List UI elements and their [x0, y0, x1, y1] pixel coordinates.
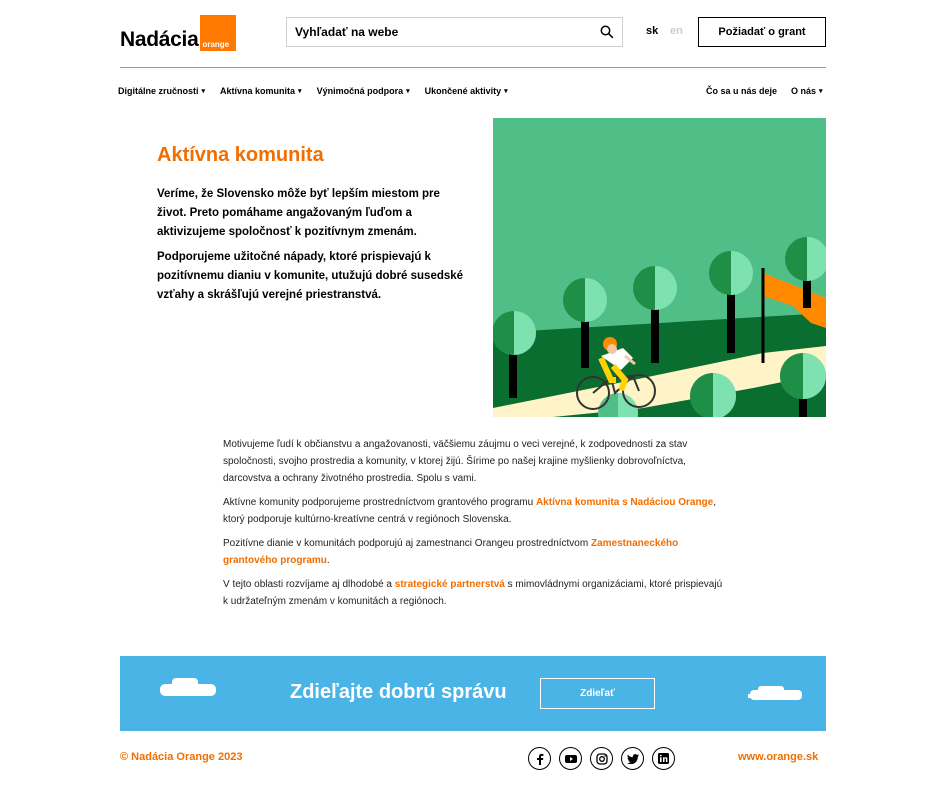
body-text: V tejto oblasti rozvíjame aj dlhodobé a — [223, 579, 395, 590]
body-paragraph-3: Pozitívne dianie v komunitách podporujú … — [223, 535, 728, 569]
nav-item-label: Digitálne zručnosti — [118, 86, 199, 96]
chevron-down-icon: ▾ — [201, 88, 206, 95]
main-nav: Digitálne zručnosti ▾ Aktívna komunita ▾ V… — [118, 86, 523, 96]
chevron-down-icon: ▾ — [406, 88, 410, 95]
lang-sk-link[interactable]: sk — [646, 25, 658, 37]
active-community-program-link[interactable]: Aktívna komunita s Nadáciou Orange — [536, 497, 713, 508]
share-button[interactable]: Zdieľať — [540, 678, 655, 709]
copyright: © Nadácia Orange 2023 — [120, 751, 243, 763]
nav-item-digital-skills[interactable]: Digitálne zručnosti ▾ — [118, 86, 205, 96]
article-body: Motivujeme ľudí k občianstvu a angažovan… — [223, 436, 728, 617]
cloud-icon — [160, 678, 216, 696]
linkedin-icon[interactable] — [652, 747, 675, 770]
search-placeholder: Vyhľadať na webe — [295, 25, 399, 39]
hero-intro-paragraph: Veríme, že Slovensko môže byť lepším mie… — [157, 188, 440, 238]
request-grant-button[interactable]: Požiadať o grant — [698, 17, 826, 47]
nav-item-label: O nás — [791, 86, 817, 96]
nav-item-label: Výnimočná podpora — [316, 86, 404, 96]
nav-item-about[interactable]: O nás ▾ — [791, 86, 823, 96]
chevron-down-icon: ▾ — [298, 88, 302, 95]
header-divider — [120, 67, 826, 68]
strategic-partnerships-link[interactable]: strategické partnerstvá — [395, 579, 505, 590]
nav-item-label: Ukončené aktivity — [424, 86, 502, 96]
hero-second-paragraph: Podporujeme užitočné nápady, ktoré prisp… — [157, 251, 464, 301]
page-title: Aktívna komunita — [157, 144, 324, 166]
hero-illustration — [493, 118, 826, 417]
share-banner: Zdieľajte dobrú správu Zdieľať — [120, 656, 826, 731]
body-paragraph-4: V tejto oblasti rozvíjame aj dlhodobé a … — [223, 576, 728, 610]
chevron-down-icon: ▾ — [504, 88, 508, 95]
nav-item-finished-activities[interactable]: Ukončené aktivity ▾ — [425, 86, 508, 96]
body-text: Aktívne komunity podporujeme prostredníc… — [223, 497, 536, 508]
youtube-icon[interactable] — [559, 747, 582, 770]
body-paragraph-1: Motivujeme ľudí k občianstvu a angažovan… — [223, 439, 688, 484]
cloud-icon — [748, 686, 802, 700]
logo-box-text: orange — [202, 40, 230, 49]
nav-item-exceptional-support[interactable]: Výnimočná podpora ▾ — [317, 86, 410, 96]
logo-text: Nadácia — [120, 28, 199, 51]
nav-item-news[interactable]: Čo sa u nás deje — [706, 86, 777, 96]
body-text: Pozitívne dianie v komunitách podporujú … — [223, 538, 591, 549]
banner-title: Zdieľajte dobrú správu — [290, 681, 507, 703]
search-icon[interactable] — [592, 18, 622, 46]
body-text: . — [326, 555, 330, 566]
nav-item-label: Čo sa u nás deje — [706, 86, 778, 96]
facebook-icon[interactable] — [528, 747, 551, 770]
nav-item-active-community[interactable]: Aktívna komunita ▾ — [220, 86, 302, 96]
nav-item-label: Aktívna komunita — [220, 86, 296, 96]
chevron-down-icon: ▾ — [819, 88, 823, 95]
search-input[interactable]: Vyhľadať na webe — [286, 17, 623, 47]
instagram-icon[interactable] — [590, 747, 613, 770]
twitter-icon[interactable] — [621, 747, 644, 770]
website-link[interactable]: www.orange.sk — [738, 751, 818, 763]
social-links — [528, 747, 683, 770]
logo[interactable]: Nadácia orange — [120, 15, 237, 51]
body-paragraph-2: Aktívne komunity podporujeme prostredníc… — [223, 494, 728, 528]
lang-en-link[interactable]: en — [670, 25, 683, 37]
secondary-nav: Čo sa u nás deje O nás ▾ — [706, 86, 837, 96]
logo-box: orange — [200, 15, 237, 51]
